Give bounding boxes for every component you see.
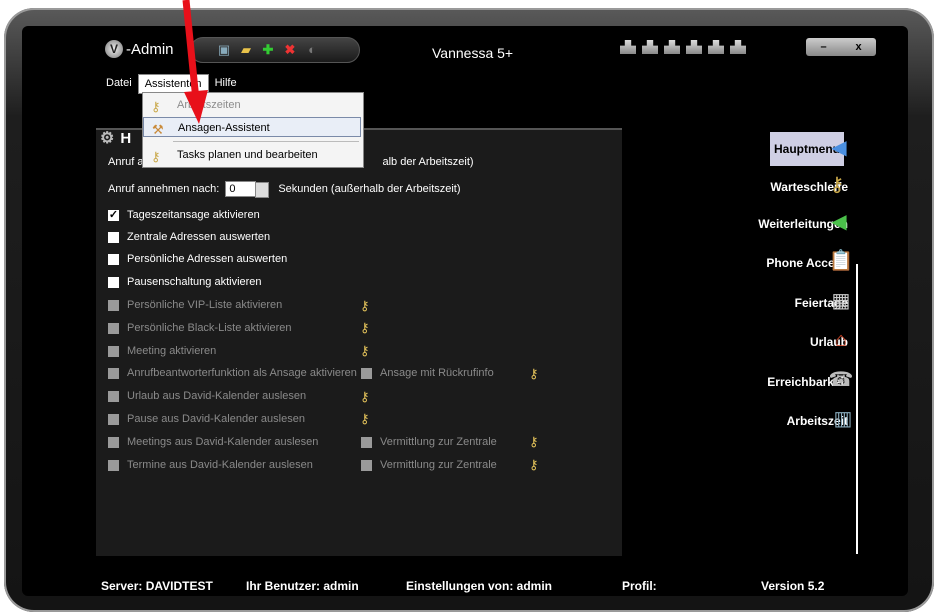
house-icon[interactable]: ⌂ bbox=[828, 327, 854, 353]
add-icon[interactable]: ✚ bbox=[261, 43, 275, 57]
delete-icon[interactable]: ✖ bbox=[283, 43, 297, 57]
status-icon bbox=[708, 40, 724, 54]
key-icon[interactable]: ⚷ bbox=[529, 434, 539, 450]
key-icon[interactable]: ⚷ bbox=[360, 298, 370, 314]
checkbox-row[interactable]: Zentrale Adressen auswerten bbox=[108, 231, 270, 243]
key-icon[interactable]: ⚷ bbox=[529, 457, 539, 473]
anruf-row-2: Anruf annehmen nach: 0 Sekunden (außerha… bbox=[108, 181, 461, 198]
menu-bar: Datei Assistenten Hilfe bbox=[100, 74, 243, 94]
key-icon[interactable]: ⚷ bbox=[360, 411, 370, 427]
ansage-rueckruf-checkbox: Ansage mit Rückrufinfo bbox=[361, 367, 494, 379]
checkbox-row: Meetings aus David-Kalender auslesen bbox=[108, 436, 318, 448]
status-icon bbox=[642, 40, 658, 54]
checkbox[interactable] bbox=[108, 253, 119, 265]
checkbox bbox=[108, 322, 119, 334]
footer-profile: Profil: bbox=[622, 579, 657, 593]
checkbox bbox=[108, 459, 119, 471]
checkbox-row: Persönliche Black-Liste aktivieren bbox=[108, 322, 291, 334]
checkbox-row: Persönliche VIP-Liste aktivieren bbox=[108, 299, 282, 311]
assistenten-dropdown: ⚷ Arbeitszeiten ⚒ Ansagen-Assistent ⚷ Ta… bbox=[142, 92, 364, 168]
building-icon[interactable]: ▥ bbox=[830, 406, 856, 432]
checkbox bbox=[108, 367, 119, 379]
anruf-suffix-2: Sekunden (außerhalb der Arbeitszeit) bbox=[278, 183, 461, 195]
vermittlung-checkbox-1: Vermittlung zur Zentrale bbox=[361, 436, 497, 448]
panel-title-text: H bbox=[120, 129, 132, 147]
back-arrow-icon[interactable]: ◀ bbox=[826, 135, 852, 161]
status-icon bbox=[620, 40, 636, 54]
calendar-icon[interactable]: ▦ bbox=[828, 288, 854, 314]
keys-icon[interactable]: ⚷ bbox=[824, 172, 850, 198]
sidebar-divider bbox=[856, 264, 858, 554]
checkbox bbox=[108, 436, 119, 448]
gear-icon: ⚙ bbox=[100, 130, 115, 147]
status-icons bbox=[620, 40, 746, 54]
checkbox[interactable] bbox=[108, 231, 119, 243]
checkbox bbox=[108, 390, 119, 402]
checkbox-row[interactable]: Persönliche Adressen auswerten bbox=[108, 253, 287, 265]
key-icon[interactable]: ⚷ bbox=[360, 320, 370, 336]
checkbox-row: Meeting aktivieren bbox=[108, 345, 216, 357]
anruf-label-1: Anruf a bbox=[108, 156, 144, 168]
checkbox bbox=[108, 345, 119, 357]
status-icon bbox=[664, 40, 680, 54]
logo-text: -Admin bbox=[126, 40, 174, 58]
status-icon bbox=[686, 40, 702, 54]
close-button[interactable]: x bbox=[855, 41, 861, 53]
menu-item-ansagen-assistent[interactable]: ⚒ Ansagen-Assistent bbox=[143, 117, 361, 137]
clipboard-icon[interactable]: 📋 bbox=[828, 248, 854, 274]
app-title: Vannessa 5+ bbox=[432, 45, 514, 61]
panel-title: ⚙ H bbox=[100, 128, 131, 148]
forward-arrow-icon[interactable]: ◀ bbox=[826, 209, 852, 235]
status-icon bbox=[730, 40, 746, 54]
key-icon[interactable]: ⚷ bbox=[360, 389, 370, 405]
keys-icon: ⚷ bbox=[151, 149, 161, 164]
menu-item-arbeitszeiten[interactable]: ⚷ Arbeitszeiten bbox=[143, 95, 361, 115]
key-icon[interactable]: ⚷ bbox=[360, 343, 370, 359]
toolbar: ▣ ▰ ✚ ✖ ◐ bbox=[190, 37, 360, 63]
menu-separator bbox=[173, 141, 359, 142]
menu-item-tasks[interactable]: ⚷ Tasks planen und bearbeiten bbox=[143, 145, 361, 165]
menu-hilfe[interactable]: Hilfe bbox=[209, 74, 243, 94]
v-logo-icon: V bbox=[105, 40, 123, 58]
minimize-button[interactable]: – bbox=[820, 41, 826, 53]
checkbox-row[interactable]: Pausenschaltung aktivieren bbox=[108, 276, 262, 288]
app-logo: V -Admin bbox=[105, 40, 174, 58]
disc-icon[interactable]: ◐ bbox=[305, 43, 319, 57]
phone-icon[interactable]: ☎ bbox=[828, 367, 854, 393]
checkbox bbox=[108, 413, 119, 425]
footer-settings: Einstellungen von: admin bbox=[406, 579, 553, 593]
wand-icon: ⚒ bbox=[152, 122, 164, 137]
keys-icon: ⚷ bbox=[151, 99, 161, 114]
menu-assistenten[interactable]: Assistenten bbox=[137, 74, 209, 94]
folder-icon[interactable]: ▰ bbox=[239, 43, 253, 57]
checkbox[interactable] bbox=[108, 276, 119, 288]
checkbox-row: Anrufbeantworterfunktion als Ansage akti… bbox=[108, 367, 357, 379]
seconds-stepper[interactable]: 0 bbox=[225, 181, 270, 198]
checkbox-row: Urlaub aus David-Kalender auslesen bbox=[108, 390, 306, 402]
footer-server: Server: DAVIDTEST bbox=[101, 579, 213, 593]
anruf-suffix-1: alb der Arbeitszeit) bbox=[382, 156, 474, 168]
checkbox[interactable]: ✓ bbox=[108, 209, 119, 221]
window-buttons: – x bbox=[806, 38, 876, 56]
footer-user: Ihr Benutzer: admin bbox=[246, 579, 359, 593]
checkbox-row[interactable]: ✓ Tageszeitansage aktivieren bbox=[108, 209, 260, 221]
anruf-label-2: Anruf annehmen nach: bbox=[108, 183, 220, 195]
footer-version: Version 5.2 bbox=[761, 579, 825, 593]
checkbox-row: Termine aus David-Kalender auslesen bbox=[108, 459, 313, 471]
checkbox-row: Pause aus David-Kalender auslesen bbox=[108, 413, 305, 425]
vermittlung-checkbox-2: Vermittlung zur Zentrale bbox=[361, 459, 497, 471]
checkbox bbox=[108, 299, 119, 311]
save-icon[interactable]: ▣ bbox=[217, 43, 231, 57]
key-icon[interactable]: ⚷ bbox=[529, 366, 539, 382]
menu-datei[interactable]: Datei bbox=[100, 74, 138, 94]
